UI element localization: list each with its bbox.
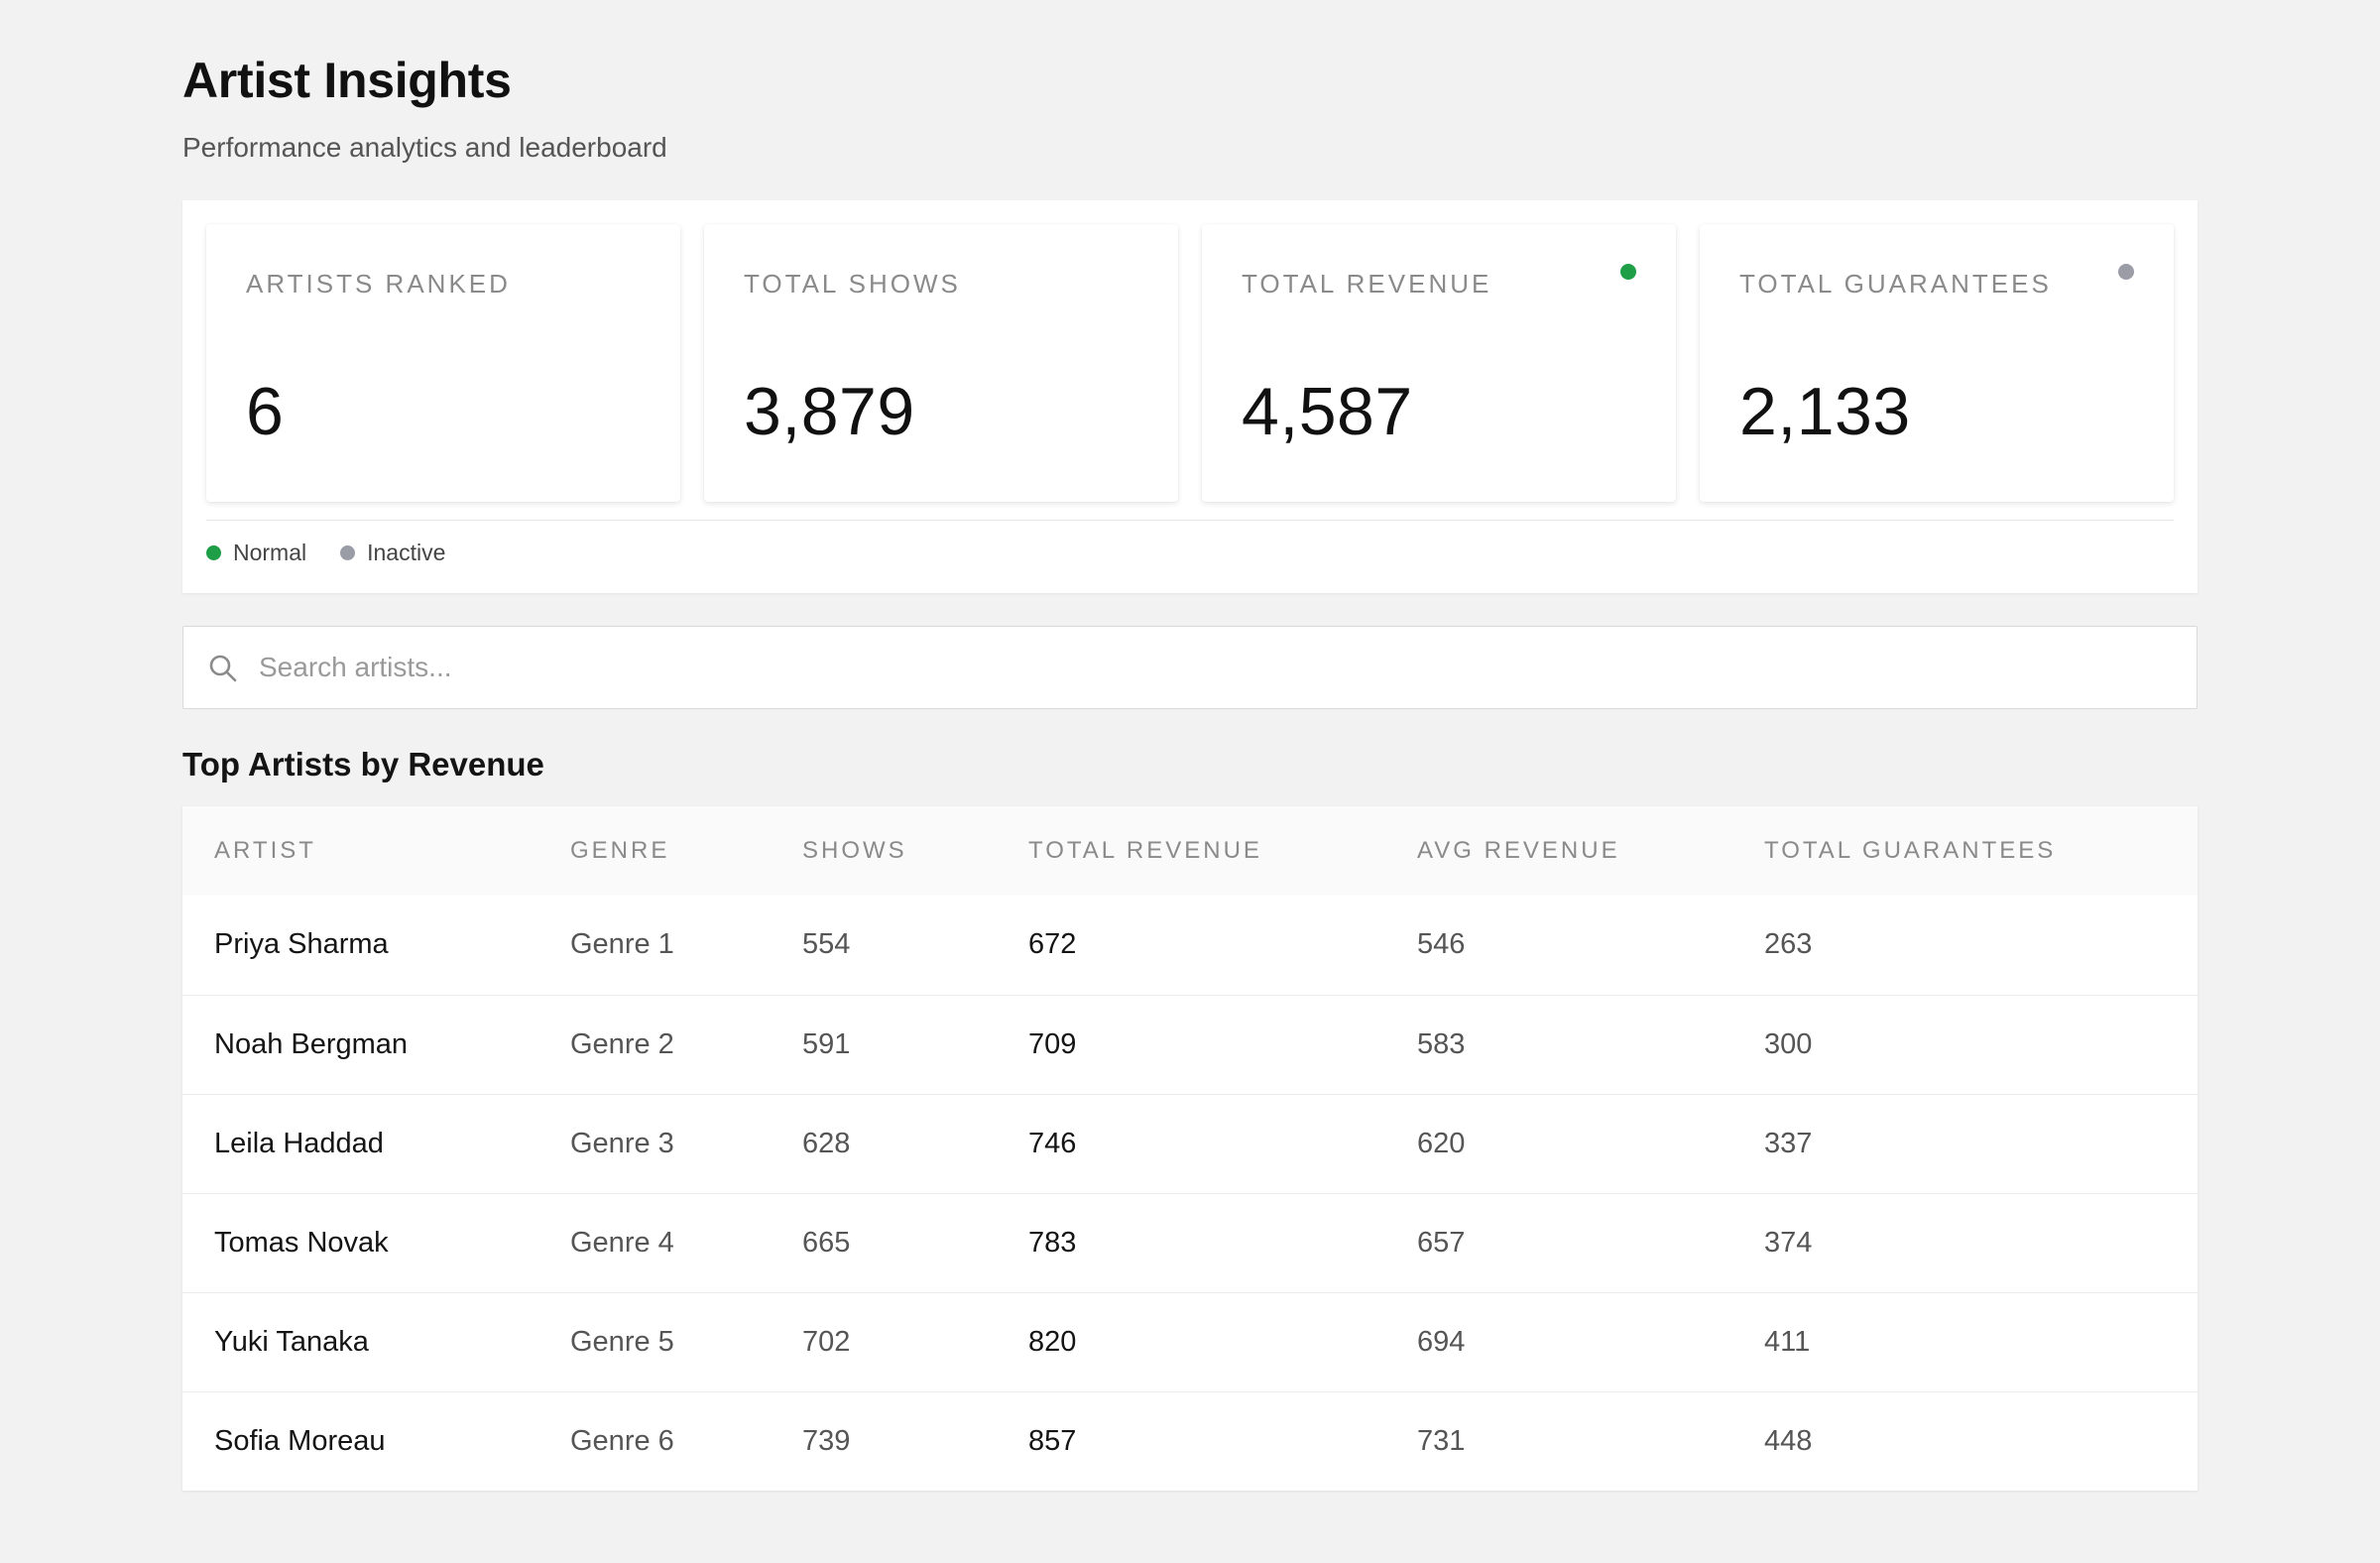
cell-shows: 739 (802, 1424, 851, 1457)
cell-total-revenue: 820 (1028, 1325, 1077, 1358)
search-icon (209, 655, 237, 682)
stat-value: 4,587 (1242, 374, 1413, 449)
cell-total-revenue: 746 (1028, 1127, 1077, 1159)
cell-avg-revenue: 657 (1417, 1226, 1466, 1259)
cell-total-revenue: 672 (1028, 928, 1077, 961)
stat-card-total-revenue: TOTAL REVENUE 4,587 (1202, 224, 1676, 502)
cell-artist: Yuki Tanaka (214, 1325, 369, 1358)
legend-dot-icon (340, 545, 356, 560)
cell-total-guarantees: 411 (1764, 1325, 1811, 1358)
cell-total-revenue: 783 (1028, 1226, 1077, 1259)
cell-genre: Genre 5 (570, 1325, 674, 1358)
cell-total-revenue: 857 (1028, 1424, 1077, 1457)
cell-genre: Genre 6 (570, 1424, 674, 1457)
column-header-total-revenue[interactable]: TOTAL REVENUE (997, 806, 1385, 896)
stat-value: 6 (246, 374, 285, 449)
table-row[interactable]: Priya Sharma Genre 1 554 672 546 263 (182, 896, 2198, 995)
page-title: Artist Insights (182, 53, 512, 108)
column-header-artist[interactable]: ARTIST (182, 806, 538, 896)
table-row[interactable]: Noah Bergman Genre 2 591 709 583 300 (182, 995, 2198, 1094)
stats-panel: ARTISTS RANKED 6 TOTAL SHOWS 3,879 TOTAL… (182, 200, 2198, 593)
status-dot-normal-icon (1620, 264, 1636, 280)
stat-label: ARTISTS RANKED (246, 269, 511, 299)
artists-table: ARTIST GENRE SHOWS TOTAL REVENUE AVG REV… (182, 806, 2198, 1491)
legend-item-inactive: Inactive (340, 540, 445, 566)
stat-card-total-shows: TOTAL SHOWS 3,879 (704, 224, 1178, 502)
legend-label: Normal (233, 540, 307, 565)
stat-card-total-guarantees: TOTAL GUARANTEES 2,133 (1700, 224, 2174, 502)
cell-genre: Genre 3 (570, 1127, 674, 1159)
cell-artist: Noah Bergman (214, 1027, 409, 1060)
legend-dot-icon (206, 545, 221, 560)
cell-shows: 702 (802, 1325, 851, 1358)
cell-total-guarantees: 263 (1764, 928, 1813, 961)
column-header-shows[interactable]: SHOWS (771, 806, 997, 896)
cell-artist: Sofia Moreau (214, 1424, 386, 1457)
stat-value: 3,879 (744, 374, 915, 449)
page-subtitle: Performance analytics and leaderboard (182, 132, 667, 163)
cell-genre: Genre 2 (570, 1027, 674, 1060)
stat-value: 2,133 (1739, 374, 1911, 449)
cell-avg-revenue: 620 (1417, 1127, 1466, 1159)
cell-shows: 554 (802, 928, 851, 961)
stat-label: TOTAL SHOWS (744, 269, 961, 299)
stat-card-artists-ranked: ARTISTS RANKED 6 (206, 224, 680, 502)
legend-label: Inactive (367, 540, 446, 565)
table-row[interactable]: Tomas Novak Genre 4 665 783 657 374 (182, 1193, 2198, 1292)
cell-avg-revenue: 694 (1417, 1325, 1466, 1358)
cell-total-guarantees: 374 (1764, 1226, 1813, 1259)
cell-shows: 591 (802, 1027, 851, 1060)
table-body: Priya Sharma Genre 1 554 672 546 263 Noa… (182, 896, 2198, 1491)
cell-artist: Leila Haddad (214, 1127, 384, 1159)
section-title: Top Artists by Revenue (182, 746, 544, 782)
cell-genre: Genre 4 (570, 1226, 674, 1259)
search-bar (182, 626, 2198, 709)
cell-total-guarantees: 300 (1764, 1027, 1813, 1060)
cell-artist: Tomas Novak (214, 1226, 389, 1259)
legend-item-normal: Normal (206, 540, 306, 566)
cell-genre: Genre 1 (570, 928, 674, 961)
cell-artist: Priya Sharma (214, 928, 389, 961)
cell-total-guarantees: 448 (1764, 1424, 1813, 1457)
column-header-total-guarantees[interactable]: TOTAL GUARANTEES (1732, 806, 2198, 896)
column-header-avg-revenue[interactable]: AVG REVENUE (1385, 806, 1732, 896)
status-dot-inactive-icon (2118, 264, 2134, 280)
cell-avg-revenue: 546 (1417, 928, 1466, 961)
divider (206, 520, 2174, 521)
cell-shows: 665 (802, 1226, 851, 1259)
stat-label: TOTAL GUARANTEES (1739, 269, 2052, 299)
cell-avg-revenue: 731 (1417, 1424, 1466, 1457)
cell-total-guarantees: 337 (1764, 1127, 1813, 1159)
stat-label: TOTAL REVENUE (1242, 269, 1492, 299)
cell-shows: 628 (802, 1127, 851, 1159)
column-header-genre[interactable]: GENRE (538, 806, 771, 896)
table-header-row: ARTIST GENRE SHOWS TOTAL REVENUE AVG REV… (182, 806, 2198, 896)
table-row[interactable]: Sofia Moreau Genre 6 739 857 731 448 (182, 1391, 2198, 1491)
search-input[interactable] (259, 627, 2143, 708)
table-row[interactable]: Leila Haddad Genre 3 628 746 620 337 (182, 1094, 2198, 1193)
table-row[interactable]: Yuki Tanaka Genre 5 702 820 694 411 (182, 1292, 2198, 1391)
status-legend: Normal Inactive (206, 540, 445, 566)
cell-avg-revenue: 583 (1417, 1027, 1466, 1060)
cell-total-revenue: 709 (1028, 1027, 1077, 1060)
